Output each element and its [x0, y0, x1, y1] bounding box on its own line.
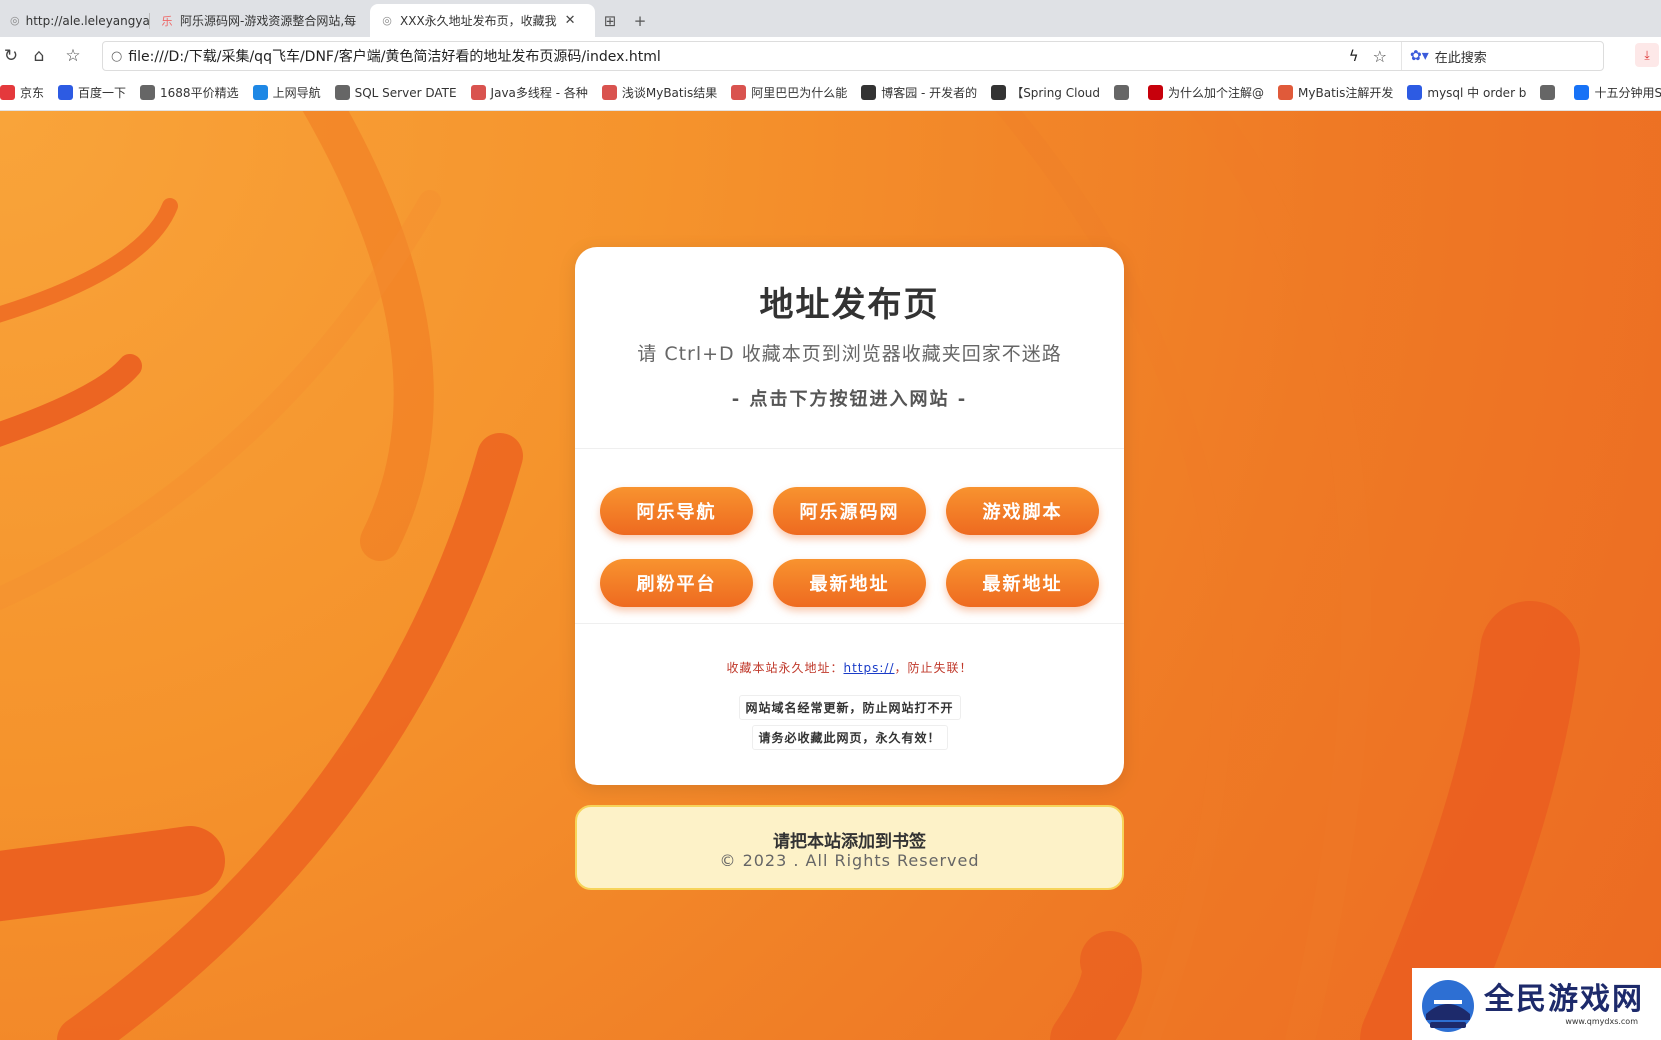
bookmark-favicon-icon — [1148, 85, 1164, 100]
watermark: 全民游戏网 www.qmydxs.com — [1412, 968, 1661, 1040]
bookmark-favicon-icon — [1574, 85, 1590, 100]
copyright: © 2023 . All Rights Reserved — [719, 851, 980, 870]
bookmark-favicon-icon — [1278, 85, 1294, 100]
reload-icon[interactable]: ↻ — [0, 39, 22, 73]
bookmark-label: 上网导航 — [272, 86, 321, 100]
watermark-logo-icon — [1422, 980, 1474, 1032]
bookmark-item[interactable]: 阿里巴巴为什么能 — [731, 84, 847, 101]
bookmark-item[interactable] — [1114, 85, 1134, 100]
bookmark-label: 京东 — [20, 86, 45, 100]
bookmark-favicon-icon — [334, 85, 350, 100]
bookmark-label: Java多线程 - 各种 — [490, 86, 588, 100]
bookmark-favicon-icon — [252, 85, 268, 100]
bookmark-label: 为什么加个注解@ — [1168, 86, 1265, 100]
page-title: 地址发布页 — [759, 285, 940, 325]
watermark-url: www.qmydxs.com — [1565, 1016, 1638, 1026]
bookmark-item[interactable]: 百度一下 — [58, 84, 126, 101]
bookmark-item[interactable]: 1688平价精选 — [140, 84, 239, 101]
bookmark-item[interactable]: 上网导航 — [252, 84, 321, 101]
footer-title: 请把本站添加到书签 — [773, 832, 926, 852]
bookmark-label: 阿里巴巴为什么能 — [751, 86, 848, 100]
baidu-paw-icon: ✿▾ — [1410, 48, 1429, 64]
tab-1[interactable]: ◎ http://ale.leleyangyan — [0, 4, 150, 37]
bookmark-label: mysql 中 order b — [1427, 86, 1527, 100]
bookmark-label: 【Spring Cloud — [1011, 86, 1101, 100]
address-url[interactable]: file:///D:/下载/采集/qq飞车/DNF/客户端/黄色简洁好看的地址发… — [128, 46, 1348, 66]
bookmark-item[interactable]: 博客园 - 开发者的 — [861, 84, 977, 101]
bookmark-favicon-icon — [731, 85, 747, 100]
divider-top — [575, 448, 1124, 449]
bookmark-label: MyBatis注解开发 — [1298, 86, 1394, 100]
bookmark-item[interactable]: 十五分钟用Sprin — [1574, 84, 1661, 101]
bookmark-label: 博客园 - 开发者的 — [881, 86, 978, 100]
address-bar[interactable]: ○ file:///D:/下载/采集/qq飞车/DNF/客户端/黄色简洁好看的地… — [102, 41, 1604, 71]
bookmark-favicon-icon — [140, 85, 156, 100]
tab-3-label: XXX永久地址发布页，收藏我 — [400, 14, 557, 28]
star-icon[interactable]: ☆ — [56, 39, 90, 73]
bookmark-item[interactable]: 京东 — [0, 84, 44, 101]
tab-3-active[interactable]: ◎ XXX永久地址发布页，收藏我 ✕ — [370, 4, 595, 37]
bookmark-favicon-icon — [0, 85, 15, 100]
nav-button-ale-source[interactable]: 阿乐源码网 — [773, 487, 926, 535]
bookmarks-bar: 京东 百度一下 1688平价精选 上网导航 SQL Server DATE Java多线程… — [0, 75, 1661, 111]
bookmark-label: SQL Server DATE — [354, 85, 457, 100]
permanent-suffix: ，防止失联！ — [894, 661, 973, 675]
search-icon: ○ — [111, 48, 123, 64]
bookmark-item[interactable]: 浅谈MyBatis结果 — [601, 84, 718, 101]
tab-2[interactable]: 乐 阿乐源码网-游戏资源整合网站,每 — [150, 4, 370, 37]
bookmark-star-icon[interactable]: ☆ — [1373, 47, 1387, 66]
permanent-prefix: 收藏本站永久地址： — [726, 661, 844, 675]
globe-icon: ◎ — [10, 14, 20, 27]
page-background: 地址发布页 请 Ctrl+D 收藏本页到浏览器收藏夹回家不迷路 - 点击下方按钮… — [0, 111, 1661, 1040]
toolbar: ↻ ⌂ ☆ ○ file:///D:/下载/采集/qq飞车/DNF/客户端/黄色… — [0, 37, 1661, 75]
search-box[interactable]: ✿▾ 在此搜索 — [1401, 42, 1591, 70]
bookmark-favicon-icon — [1540, 85, 1556, 100]
pdf-icon[interactable]: ⤓ — [1635, 43, 1659, 67]
nav-button-fan-platform[interactable]: 刷粉平台 — [600, 559, 753, 607]
bookmark-required-note: 请务必收藏此网页，永久有效！ — [751, 725, 948, 750]
tab-1-label: http://ale.leleyangyan — [25, 13, 150, 28]
nav-button-latest-address-2[interactable]: 最新地址 — [946, 559, 1099, 607]
bookmark-favicon-icon — [470, 85, 486, 100]
address-card: 地址发布页 请 Ctrl+D 收藏本页到浏览器收藏夹回家不迷路 - 点击下方按钮… — [575, 247, 1124, 785]
bookmark-item[interactable]: Java多线程 - 各种 — [470, 84, 588, 101]
bookmark-favicon-icon — [1407, 85, 1423, 100]
permanent-link[interactable]: https:// — [843, 661, 894, 675]
bookmark-favicon-icon — [991, 85, 1007, 100]
close-tab-icon[interactable]: ✕ — [565, 13, 576, 28]
bookmark-label: 十五分钟用Sprin — [1594, 86, 1661, 100]
bookmark-label: 1688平价精选 — [160, 86, 239, 100]
bookmark-item[interactable]: mysql 中 order b — [1407, 84, 1526, 101]
search-placeholder: 在此搜索 — [1434, 50, 1487, 66]
watermark-name: 全民游戏网 — [1484, 981, 1644, 1017]
bookmark-item[interactable]: 【Spring Cloud — [991, 84, 1100, 101]
bookmark-favicon-icon — [1114, 85, 1130, 100]
footer: 请把本站添加到书签 © 2023 . All Rights Reserved — [575, 805, 1124, 890]
new-tab-button[interactable]: + — [625, 4, 655, 37]
bookmark-favicon-icon — [861, 85, 877, 100]
click-hint: - 点击下方按钮进入网站 - — [731, 389, 968, 410]
nav-button-game-script[interactable]: 游戏脚本 — [946, 487, 1099, 535]
bookmark-item[interactable] — [1540, 85, 1560, 100]
tab-bar: ◎ http://ale.leleyangyan 乐 阿乐源码网-游戏资源整合网… — [0, 0, 1661, 37]
bookmark-favicon-icon — [601, 85, 617, 100]
bookmark-label: 百度一下 — [78, 86, 127, 100]
bookmark-label: 浅谈MyBatis结果 — [621, 86, 718, 100]
permanent-address-line: 收藏本站永久地址：https://，防止失联！ — [575, 659, 1124, 676]
bookmark-tip: 请 Ctrl+D 收藏本页到浏览器收藏夹回家不迷路 — [637, 343, 1062, 365]
tab-overview-icon[interactable]: ⊞ — [595, 4, 625, 37]
nav-button-ale-guide[interactable]: 阿乐导航 — [600, 487, 753, 535]
bookmark-item[interactable]: SQL Server DATE — [334, 85, 457, 100]
bookmark-item[interactable]: 为什么加个注解@ — [1148, 84, 1264, 101]
home-icon[interactable]: ⌂ — [22, 39, 56, 73]
bookmark-favicon-icon — [58, 85, 74, 100]
globe-icon: ◎ — [382, 14, 392, 27]
tab-2-label: 阿乐源码网-游戏资源整合网站,每 — [180, 14, 357, 28]
site-icon: 乐 — [161, 14, 173, 28]
bookmark-item[interactable]: MyBatis注解开发 — [1278, 84, 1393, 101]
domain-update-note: 网站域名经常更新，防止网站打不开 — [738, 695, 961, 720]
lightning-icon[interactable]: ϟ — [1349, 47, 1359, 65]
nav-button-latest-address-1[interactable]: 最新地址 — [773, 559, 926, 607]
divider-bottom — [575, 623, 1124, 624]
